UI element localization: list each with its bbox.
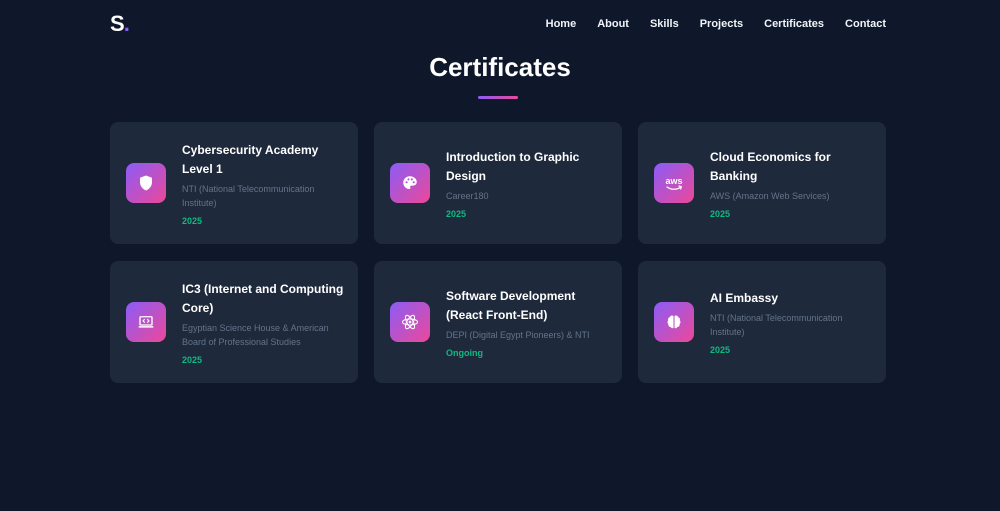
nav-link-certificates[interactable]: Certificates: [764, 18, 824, 30]
svg-text:aws: aws: [665, 176, 682, 186]
nav-link-skills[interactable]: Skills: [650, 18, 679, 30]
certificate-year: 2025: [182, 354, 203, 365]
certificate-card[interactable]: Introduction to Graphic Design Career180…: [374, 122, 622, 244]
title-underline: [478, 96, 518, 99]
certificate-title: Introduction to Graphic Design: [446, 149, 580, 183]
certificate-title: Cloud Economics for Banking: [710, 149, 831, 183]
react-icon: [390, 302, 430, 342]
certificate-card[interactable]: IC3 (Internet and Computing Core) Egypti…: [110, 261, 358, 383]
certificate-issuer: AWS (Amazon Web Services): [710, 190, 830, 201]
certificate-issuer: NTI (National Telecommunication Institut…: [710, 313, 843, 337]
certificate-card[interactable]: aws Cloud Economics for Banking AWS (Ama…: [638, 122, 886, 244]
navbar: S. Home About Skills Projects Certificat…: [110, 0, 886, 48]
certificate-issuer: Career180: [446, 190, 489, 201]
certificate-title: IC3 (Internet and Computing Core): [182, 281, 344, 315]
certificates-grid: Cybersecurity Academy Level 1 NTI (Natio…: [110, 122, 886, 383]
palette-icon: [390, 163, 430, 203]
certificate-title: Cybersecurity Academy Level 1: [182, 142, 319, 176]
section-title: Certificates: [429, 52, 571, 82]
certificate-title: Software Development (React Front-End): [446, 288, 576, 322]
certificate-card[interactable]: AI Embassy NTI (National Telecommunicati…: [638, 261, 886, 383]
shield-icon: [126, 163, 166, 203]
certificate-year: 2025: [182, 215, 203, 226]
nav-link-projects[interactable]: Projects: [700, 18, 743, 30]
certificate-issuer: NTI (National Telecommunication Institut…: [182, 183, 315, 208]
certificate-card[interactable]: Software Development (React Front-End) D…: [374, 261, 622, 383]
logo-dot: .: [123, 11, 130, 36]
certificate-year: Ongoing: [446, 347, 483, 358]
certificate-year: 2025: [710, 345, 731, 355]
certificate-title: AI Embassy: [710, 291, 779, 305]
certificate-year: 2025: [710, 208, 731, 219]
certificate-year: 2025: [446, 208, 467, 219]
certificate-issuer: Egyptian Science House & American Board …: [182, 322, 329, 347]
certificate-issuer: DEPI (Digital Egypt Pioneers) & NTI: [446, 329, 590, 340]
laptop-code-icon: [126, 302, 166, 342]
logo[interactable]: S.: [110, 11, 130, 37]
brain-icon: [654, 302, 694, 342]
nav-link-about[interactable]: About: [597, 18, 629, 30]
nav-link-home[interactable]: Home: [546, 18, 577, 30]
certificate-card[interactable]: Cybersecurity Academy Level 1 NTI (Natio…: [110, 122, 358, 244]
logo-letter: S: [110, 11, 125, 36]
nav-link-contact[interactable]: Contact: [845, 18, 886, 30]
aws-icon: aws: [654, 163, 694, 203]
nav-menu: Home About Skills Projects Certificates …: [525, 18, 886, 30]
